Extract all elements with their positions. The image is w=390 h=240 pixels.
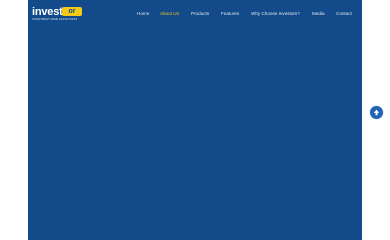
nav-item-about-us[interactable]: About Us xyxy=(160,9,179,19)
site-header: invest or INVESTMENT MADE EFFORTLESS Hom… xyxy=(28,0,362,30)
hero-section xyxy=(28,0,362,240)
nav-item-contact[interactable]: Contact xyxy=(336,9,352,19)
main-nav: Home About Us Products Features Why Choo… xyxy=(28,9,362,19)
nav-item-home[interactable]: Home xyxy=(137,9,149,19)
scroll-to-top-button[interactable] xyxy=(370,106,383,119)
nav-item-media[interactable]: Media xyxy=(312,9,325,19)
nav-item-why-choose-investors[interactable]: Why Choose Investors? xyxy=(251,9,300,19)
nav-item-products[interactable]: Products xyxy=(191,9,209,19)
nav-item-features[interactable]: Features xyxy=(221,9,239,19)
arrow-up-icon xyxy=(373,109,380,116)
